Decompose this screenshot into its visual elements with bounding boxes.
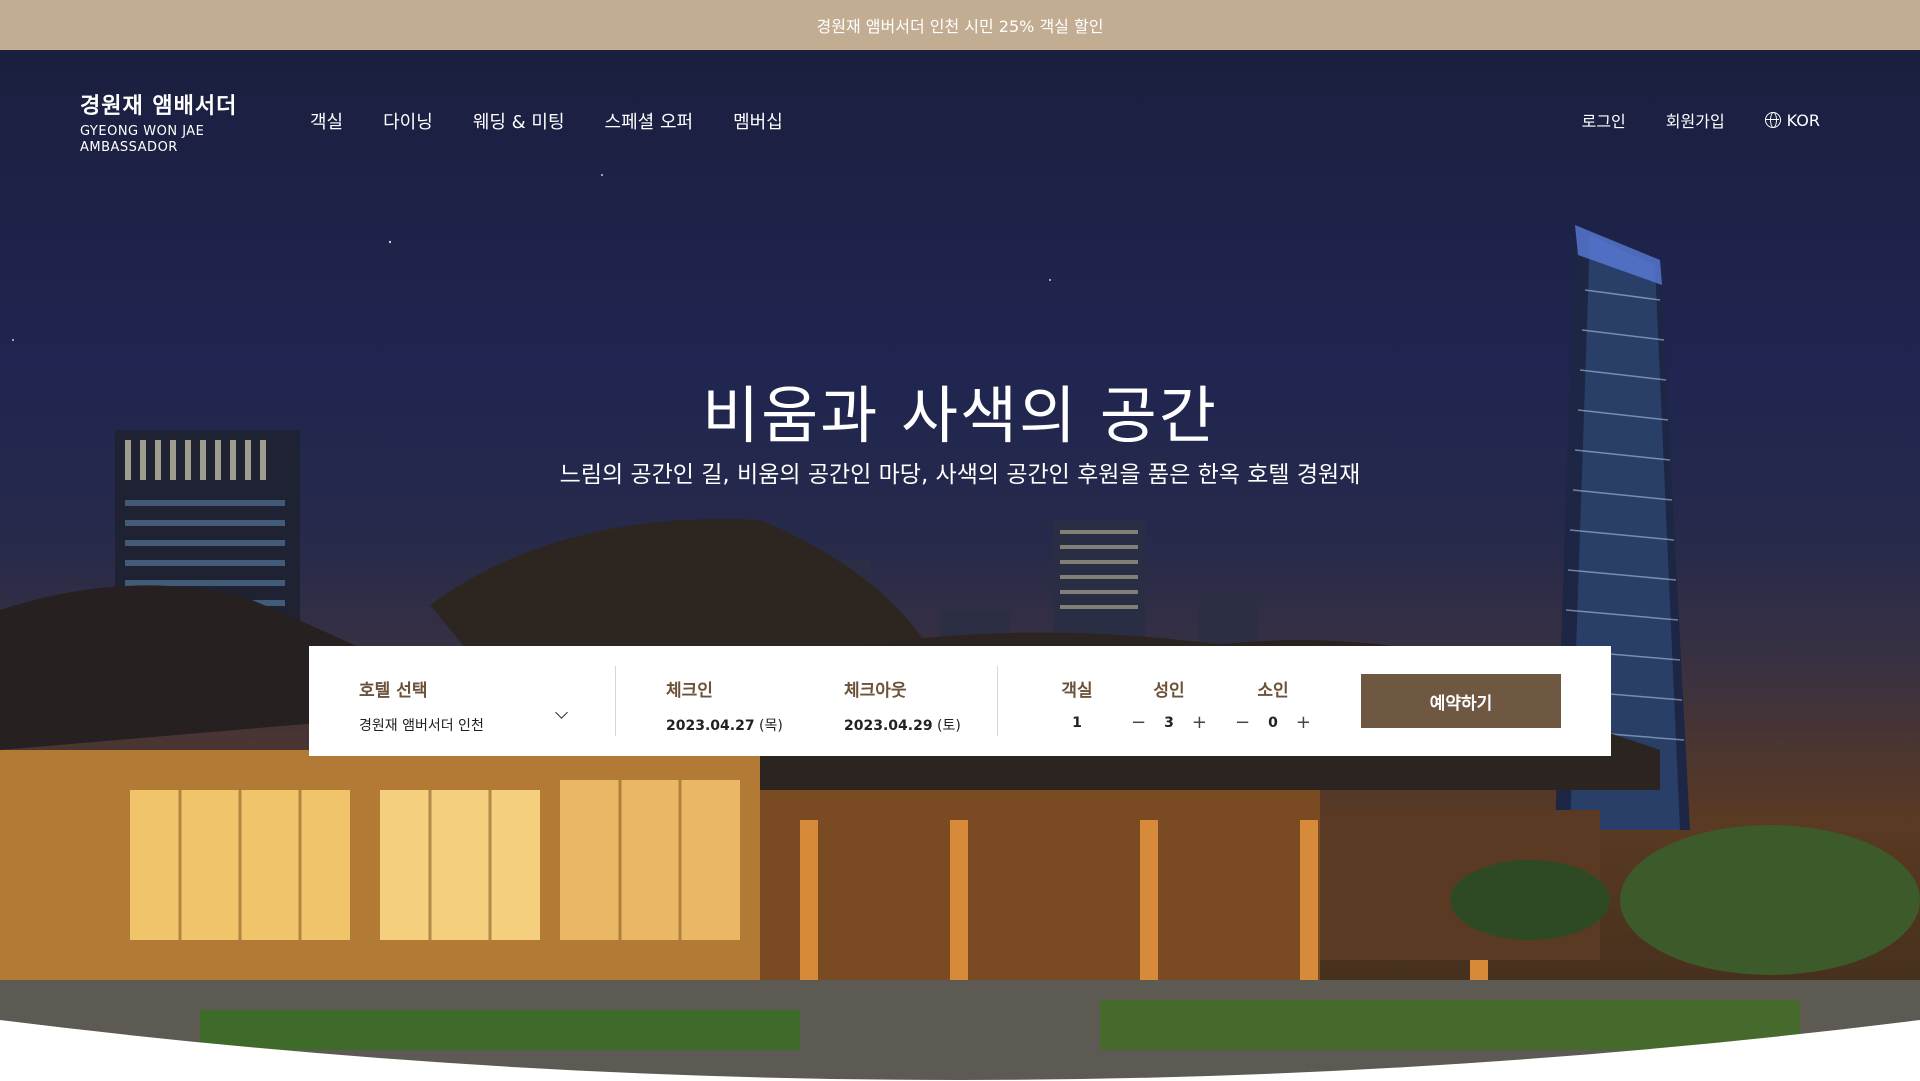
hero-subtitle: 느림의 공간인 길, 비움의 공간인 마당, 사색의 공간인 후원을 품은 한옥…	[559, 462, 1361, 488]
utility-nav: 로그인 회원가입 KOR	[1582, 108, 1820, 132]
nav-item-wedding-meeting[interactable]: 웨딩 & 미팅	[473, 108, 565, 134]
kids-value[interactable]: 0	[1268, 715, 1278, 731]
site-header: 경원재 앰배서더 GYEONG WON JAE AMBASSADOR 객실 다이…	[0, 50, 1920, 190]
hero-background-image	[0, 174, 1920, 1081]
checkout-field[interactable]: 체크아웃 2023.04.29 (토)	[844, 676, 961, 735]
globe-icon	[1764, 112, 1781, 128]
hotel-select-value[interactable]: 경원재 앰버서더 인천	[359, 715, 569, 735]
nav-item-membership[interactable]: 멤버십	[733, 108, 783, 134]
bottom-curve-divider	[0, 1020, 1920, 1081]
divider	[615, 666, 616, 736]
checkout-label: 체크아웃	[844, 681, 907, 701]
divider	[997, 666, 998, 736]
kids-minus-button[interactable]: −	[1235, 714, 1250, 732]
checkin-date: 2023.04.27	[666, 718, 755, 734]
checkin-day: (목)	[759, 718, 783, 734]
rooms-label: 객실	[1061, 681, 1093, 701]
kids-plus-button[interactable]: +	[1296, 714, 1311, 732]
nav-item-special-offer[interactable]: 스페셜 오퍼	[605, 108, 694, 134]
rooms-counter: 객실 1	[1047, 676, 1107, 731]
kids-counter: 소인 − 0 +	[1223, 676, 1323, 732]
checkin-label: 체크인	[666, 681, 713, 701]
checkout-date: 2023.04.29	[844, 718, 933, 734]
logo-english-line1: GYEONG WON JAE	[80, 124, 205, 139]
nav-item-rooms[interactable]: 객실	[310, 108, 343, 134]
adults-label: 성인	[1153, 681, 1185, 701]
nav-item-dining[interactable]: 다이닝	[383, 108, 433, 134]
checkin-field[interactable]: 체크인 2023.04.27 (목)	[666, 676, 783, 735]
hero-section	[0, 50, 1920, 1081]
adults-plus-button[interactable]: +	[1192, 714, 1207, 732]
signup-link[interactable]: 회원가입	[1666, 108, 1725, 132]
booking-widget: 호텔 선택 경원재 앰버서더 인천 체크인 2023.04.27 (목) 체크아…	[309, 646, 1611, 756]
hero-title: 비움과 사색의 공간	[702, 379, 1218, 452]
adults-counter: 성인 − 3 +	[1119, 676, 1219, 732]
adults-value[interactable]: 3	[1164, 715, 1174, 731]
rooms-value[interactable]: 1	[1072, 715, 1082, 731]
hotel-select-label: 호텔 선택	[359, 681, 428, 701]
adults-minus-button[interactable]: −	[1131, 714, 1146, 732]
language-label: KOR	[1786, 110, 1820, 130]
logo-english[interactable]: GYEONG WON JAE AMBASSADOR	[80, 124, 237, 156]
promo-banner[interactable]: 경원재 앰버서더 인천 시민 25% 객실 할인	[0, 0, 1920, 50]
logo[interactable]: 경원재 앰배서더 GYEONG WON JAE AMBASSADOR	[80, 88, 237, 156]
promo-text[interactable]: 경원재 앰버서더 인천 시민 25% 객실 할인	[817, 13, 1104, 37]
checkout-value[interactable]: 2023.04.29 (토)	[844, 715, 961, 735]
kids-label: 소인	[1257, 681, 1289, 701]
checkin-value[interactable]: 2023.04.27 (목)	[666, 715, 783, 735]
main-nav: 객실 다이닝 웨딩 & 미팅 스페셜 오퍼 멤버십	[310, 108, 783, 134]
reserve-button[interactable]: 예약하기	[1361, 674, 1561, 728]
checkout-day: (토)	[937, 718, 961, 734]
logo-english-line2: AMBASSADOR	[80, 140, 178, 155]
login-link[interactable]: 로그인	[1582, 108, 1626, 132]
logo-korean[interactable]: 경원재 앰배서더	[80, 88, 237, 120]
hotel-select[interactable]: 호텔 선택 경원재 앰버서더 인천	[359, 676, 569, 735]
language-selector[interactable]: KOR	[1764, 110, 1820, 130]
